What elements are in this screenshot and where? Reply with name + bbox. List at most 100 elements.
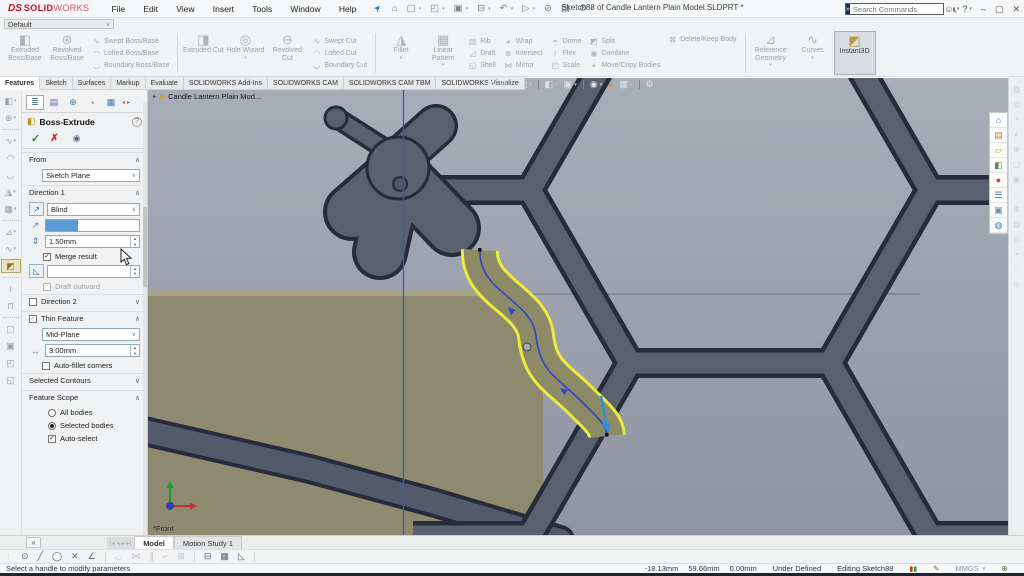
caret-icon[interactable]: ▾ [574, 82, 577, 88]
extruded-cut-button[interactable]: ◨ Extruded Cut [182, 31, 224, 75]
draft-button[interactable]: ◿ Draft [468, 49, 496, 58]
tab-scroll-left-icon[interactable]: ◂ [122, 99, 125, 106]
menu-help[interactable]: Help [331, 4, 364, 14]
radio-unselected-icon[interactable] [48, 408, 56, 417]
swept-cut-button[interactable]: ∿ Swept Cut [312, 37, 367, 46]
section-direction1-header[interactable]: Direction 1 ∧ [22, 185, 147, 199]
toolbar-body-icon[interactable]: ▢ [1, 322, 21, 336]
tab-solidworks-add-ins[interactable]: SOLIDWORKS Add-Ins [183, 77, 268, 90]
caret-icon[interactable]: ▾ [983, 566, 986, 572]
delete-keep-body-button[interactable]: ⊠ Delete/Keep Body [668, 35, 736, 44]
flyout-feature-tree-item[interactable]: ▸ ◆ Candle Lantern Plain Mod... [153, 92, 261, 101]
spin-down-icon[interactable]: ▼ [131, 351, 139, 357]
line-tool-icon[interactable]: ╱ [38, 552, 43, 561]
toolbar-pattern-icon[interactable]: ▦ ▾ [1, 202, 21, 216]
menu-insert[interactable]: Insert [205, 4, 242, 14]
task-pane-faint-icon[interactable]: ◎ [1013, 236, 1020, 244]
scale-button[interactable]: ◰ Scale [551, 61, 582, 70]
checkbox-checked-icon[interactable]: ✓ [48, 434, 56, 443]
checkbox-checked-icon[interactable]: ✓ [29, 314, 37, 323]
custom-properties-icon[interactable]: ☰ [990, 188, 1007, 203]
caret-icon[interactable]: ▾ [510, 82, 513, 88]
linear-pattern-button[interactable]: ▦ Linear Pattern ▾ [422, 31, 464, 75]
caret-icon[interactable]: ▾ [630, 82, 633, 88]
view-orientation-icon[interactable]: ◧ [545, 79, 554, 90]
ok-check-button[interactable]: ✓ [31, 132, 40, 145]
slot-tool-icon[interactable]: ⊟ [204, 552, 212, 561]
toolbar-extrude-icon[interactable]: ◧ ▾ [1, 94, 21, 108]
collapse-panel-button[interactable]: « [26, 537, 41, 548]
display-manager-tab-icon[interactable]: ◔ [83, 95, 101, 110]
restore-button[interactable]: ▢ [995, 4, 1004, 15]
polygon-tool-icon[interactable]: ◺ [238, 552, 245, 561]
flex-button[interactable]: ≀ Flex [551, 49, 582, 58]
task-pane-faint-icon[interactable]: ◍ [1013, 221, 1020, 229]
toolbar-reference-icon[interactable]: ⊿ ▾ [1, 225, 21, 239]
toolbar-body-icon[interactable]: ▣ [1, 339, 21, 353]
toolbar-fillet-icon[interactable]: ◮ ▾ [1, 185, 21, 199]
menu-file[interactable]: File [103, 4, 133, 14]
tab-motion-study-1[interactable]: Motion Study 1 [173, 536, 242, 549]
configuration-dropdown[interactable]: Default ∨ [4, 19, 114, 29]
section-thin-feature-header[interactable]: ✓ Thin Feature ∧ [22, 311, 147, 325]
task-pane-faint-icon[interactable]: ◉ [1013, 176, 1020, 184]
apply-scene-icon[interactable]: ▦ [620, 79, 629, 90]
toolbar-boundary-icon[interactable]: ◡ [1, 168, 21, 182]
depth-spinbox[interactable]: 1.50mm ▲ ▼ [45, 235, 140, 248]
file-explorer-icon[interactable]: ▱ [990, 143, 1007, 158]
task-pane-faint-icon[interactable]: ⊙ [1013, 281, 1020, 289]
toolbar-grip-icon[interactable]: ⋮ [5, 553, 12, 561]
from-plane-dropdown[interactable]: Sketch Plane ∨ [42, 169, 140, 182]
preview-eye-button[interactable]: ◉ [73, 133, 81, 144]
section-feature-scope-header[interactable]: Feature Scope ∧ [22, 390, 147, 404]
search-input[interactable] [849, 4, 953, 14]
toolbar-body-icon[interactable]: ◱ [1, 373, 21, 387]
circle-tool-icon[interactable]: ◯ [52, 552, 62, 561]
boundary-cut-button[interactable]: ◡ Boundary Cut [312, 61, 367, 70]
pack-and-go-icon[interactable]: ▣ [990, 203, 1007, 218]
draft-outward-checkbox-row[interactable]: Draft outward [43, 282, 140, 291]
task-pane-faint-icon[interactable]: ◍ [1013, 86, 1020, 94]
checkbox-checked-icon[interactable]: ✓ [43, 252, 51, 261]
menu-edit[interactable]: Edit [135, 4, 166, 14]
task-pane-faint-icon[interactable]: ◐ [1014, 131, 1019, 139]
toolbar-shell-icon[interactable]: ⊓ [1, 299, 21, 313]
curves-button[interactable]: ∿ Curves ▾ [792, 31, 834, 75]
menu-window[interactable]: Window [282, 4, 328, 14]
user-account-icon[interactable]: ☺ [944, 4, 953, 14]
tab-model[interactable]: Model [134, 536, 174, 549]
corner-rectangle-tool-icon[interactable]: ⌐ [163, 552, 168, 561]
solidworks-forum-icon[interactable]: ◍ [990, 218, 1007, 233]
section-from-header[interactable]: From ∧ [22, 152, 147, 166]
cancel-x-button[interactable]: ✗ [50, 133, 58, 144]
toolbar-revolve-icon[interactable]: ⊛ ▾ [1, 111, 21, 125]
draft-button[interactable]: ◺ [29, 264, 44, 278]
spin-down-icon[interactable]: ▼ [131, 242, 139, 248]
toolbar-instant3d-icon[interactable]: ◩ [0, 259, 21, 273]
reverse-direction-button[interactable]: ↗ [29, 202, 44, 216]
tab-surfaces[interactable]: Surfaces [72, 77, 112, 90]
menu-tools[interactable]: Tools [244, 4, 280, 14]
caret-icon[interactable]: ▾ [600, 82, 603, 88]
toolbar-loft-icon[interactable]: ◠ [1, 151, 21, 165]
direction-reference-selection-box[interactable] [45, 219, 140, 232]
first-tab-icon[interactable]: |◂ [110, 540, 115, 547]
graphics-viewport[interactable] [148, 78, 1008, 535]
task-pane-faint-icon[interactable]: ⊛ [1013, 206, 1020, 214]
spin-down-icon[interactable]: ▼ [131, 271, 139, 277]
caret-icon[interactable]: ▾ [529, 82, 532, 88]
toolbar-swept-icon[interactable]: ∿ ▾ [1, 134, 21, 148]
angle-tool-icon[interactable]: ∠ [88, 552, 96, 561]
help-icon[interactable]: ? [962, 4, 967, 14]
lantern-body-panel[interactable] [148, 289, 545, 535]
edit-sketch-icon[interactable]: ✎ [933, 564, 939, 573]
wrap-button[interactable]: ◕ Wrap [504, 37, 543, 46]
move-copy-bodies-button[interactable]: + Move/Copy Bodies [589, 61, 660, 70]
auto-fillet-checkbox-row[interactable]: Auto-fillet corners [42, 361, 140, 370]
mirror-tool-icon[interactable]: ⋈ [132, 552, 141, 561]
extruded-boss-base-button[interactable]: ◧ Extruded Boss/Base [4, 31, 46, 75]
thickness-spinbox[interactable]: 3.00mm ▲ ▼ [45, 344, 140, 357]
close-button[interactable]: ✕ [1012, 4, 1020, 15]
hole-wizard-button[interactable]: ◎ Hole Wizard ▾ [224, 31, 266, 75]
lofted-boss-base-button[interactable]: ◠ Lofted Boss/Base [92, 49, 169, 58]
